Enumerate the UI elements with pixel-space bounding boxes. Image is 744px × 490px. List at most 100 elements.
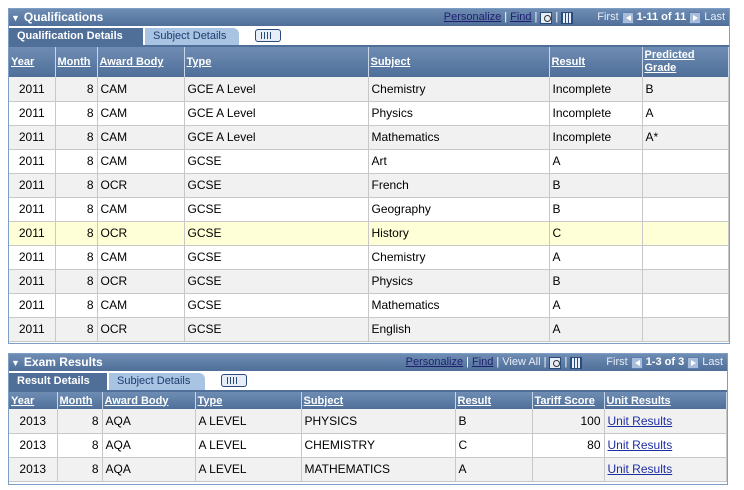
qualifications-title[interactable]: ▼ Qualifications [11, 9, 103, 27]
find-link[interactable]: Find [472, 354, 493, 371]
column-header-result[interactable]: Result [455, 392, 533, 409]
table-cell: OCR [97, 173, 185, 198]
next-arrow-icon[interactable] [687, 356, 700, 369]
table-row[interactable]: 2011 8 CAM GCSE Chemistry A [9, 245, 729, 270]
table-row[interactable]: 2013 8 AQA A LEVEL CHEMISTRY C 80 Unit Results [9, 433, 727, 458]
column-header-month[interactable]: Month [57, 392, 103, 409]
column-header-type[interactable]: Type [195, 392, 302, 409]
table-cell: GCSE [184, 293, 369, 318]
find-link[interactable]: Find [510, 9, 531, 26]
unit-results-link[interactable]: Unit Results [608, 414, 673, 428]
table-cell [642, 221, 729, 246]
table-row[interactable]: 2011 8 CAM GCSE Art A [9, 149, 729, 174]
column-header-subject[interactable]: Subject [368, 47, 550, 77]
personalize-link[interactable]: Personalize [406, 354, 463, 371]
table-cell: B [455, 409, 533, 434]
triangle-down-icon[interactable]: ▼ [11, 13, 20, 23]
table-cell: 2011 [9, 317, 56, 342]
table-cell [642, 269, 729, 294]
table-cell: 80 [532, 433, 605, 458]
table-cell: GCSE [184, 173, 369, 198]
view-all-link[interactable]: View All [502, 354, 540, 371]
table-cell: Physics [368, 101, 550, 126]
table-row[interactable]: 2011 8 OCR GCSE History C [9, 221, 729, 246]
table-cell: Mathematics [368, 125, 550, 150]
table-cell: 8 [55, 149, 98, 174]
table-cell [532, 457, 605, 482]
table-row[interactable]: 2013 8 AQA A LEVEL PHYSICS B 100 Unit Results [9, 409, 727, 434]
table-cell: GCE A Level [184, 77, 369, 102]
tab-result-details[interactable]: Result Details [9, 373, 107, 390]
table-row[interactable]: 2011 8 OCR GCSE French B [9, 173, 729, 198]
show-all-columns-icon[interactable] [255, 29, 281, 42]
unit-results-link[interactable]: Unit Results [608, 438, 673, 452]
table-cell: 8 [55, 245, 98, 270]
previous-arrow-icon[interactable] [621, 11, 634, 24]
unit-results-cell: Unit Results [604, 433, 727, 458]
unit-results-link[interactable]: Unit Results [608, 462, 673, 476]
column-header-result[interactable]: Result [549, 47, 643, 77]
table-cell: Incomplete [549, 125, 643, 150]
table-cell: Chemistry [368, 77, 550, 102]
table-row[interactable]: 2011 8 CAM GCE A Level Mathematics Incomplete… [9, 125, 729, 150]
table-cell: A LEVEL [195, 409, 302, 434]
column-header-predicted-grade[interactable]: Predicted Grade [642, 47, 729, 77]
qualifications-table: Year Month Award Body Type Subject Resul… [9, 47, 729, 342]
table-cell [642, 173, 729, 198]
table-cell: Geography [368, 197, 550, 222]
column-header-year[interactable]: Year [9, 392, 58, 409]
column-header-unit-results[interactable]: Unit Results [604, 392, 727, 409]
table-cell [642, 293, 729, 318]
table-row[interactable]: 2011 8 CAM GCSE Mathematics A [9, 293, 729, 318]
tab-subject-details[interactable]: Subject Details [145, 28, 239, 45]
table-cell: 8 [55, 173, 98, 198]
spreadsheet-icon[interactable] [561, 11, 574, 24]
table-cell: CAM [97, 77, 185, 102]
tab-qualification-details[interactable]: Qualification Details [9, 28, 143, 45]
table-cell: French [368, 173, 550, 198]
table-cell: Physics [368, 269, 550, 294]
table-row[interactable]: 2011 8 OCR GCSE Physics B [9, 269, 729, 294]
table-cell: AQA [102, 409, 196, 434]
tab-subject-details[interactable]: Subject Details [109, 373, 205, 390]
table-cell: Incomplete [549, 101, 643, 126]
table-cell [642, 317, 729, 342]
column-header-subject[interactable]: Subject [301, 392, 456, 409]
table-cell: 2011 [9, 77, 56, 102]
row-count: 1-11 of 11 [636, 11, 687, 23]
previous-arrow-icon[interactable] [630, 356, 643, 369]
table-row[interactable]: 2011 8 OCR GCSE English A [9, 317, 729, 342]
column-header-tariff-score[interactable]: Tariff Score [532, 392, 605, 409]
table-row[interactable]: 2011 8 CAM GCE A Level Physics Incomplete A [9, 101, 729, 126]
table-row[interactable]: 2011 8 CAM GCSE Geography B [9, 197, 729, 222]
table-cell: 8 [55, 293, 98, 318]
column-header-award-body[interactable]: Award Body [102, 392, 196, 409]
show-all-columns-icon[interactable] [221, 374, 247, 387]
exam-results-title[interactable]: ▼ Exam Results [11, 354, 103, 372]
table-row[interactable]: 2011 8 CAM GCE A Level Chemistry Incomplete B [9, 77, 729, 102]
column-header-year[interactable]: Year [9, 47, 56, 77]
zoom-icon[interactable] [540, 11, 553, 24]
table-cell: MATHEMATICS [301, 457, 456, 482]
personalize-link[interactable]: Personalize [444, 9, 501, 26]
exam-results-table: Year Month Award Body Type Subject Resul… [9, 392, 727, 482]
column-header-award-body[interactable]: Award Body [97, 47, 185, 77]
zoom-icon[interactable] [549, 356, 562, 369]
table-cell: CAM [97, 197, 185, 222]
triangle-down-icon[interactable]: ▼ [11, 358, 20, 368]
table-cell: 8 [55, 197, 98, 222]
table-cell: AQA [102, 457, 196, 482]
qualifications-nav: Personalize | Find | | First 1-11 of 11 … [444, 9, 725, 26]
spreadsheet-icon[interactable] [570, 356, 583, 369]
table-cell: B [642, 77, 729, 102]
table-cell: OCR [97, 221, 185, 246]
table-cell [642, 245, 729, 270]
next-arrow-icon[interactable] [689, 11, 702, 24]
table-row[interactable]: 2013 8 AQA A LEVEL MATHEMATICS A Unit Results [9, 457, 727, 482]
column-header-month[interactable]: Month [55, 47, 98, 77]
column-header-type[interactable]: Type [184, 47, 369, 77]
table-cell: CAM [97, 245, 185, 270]
exam-results-table-body: 2013 8 AQA A LEVEL PHYSICS B 100 Unit Results 20… [9, 409, 727, 482]
table-cell: 2011 [9, 173, 56, 198]
table-cell: CAM [97, 125, 185, 150]
